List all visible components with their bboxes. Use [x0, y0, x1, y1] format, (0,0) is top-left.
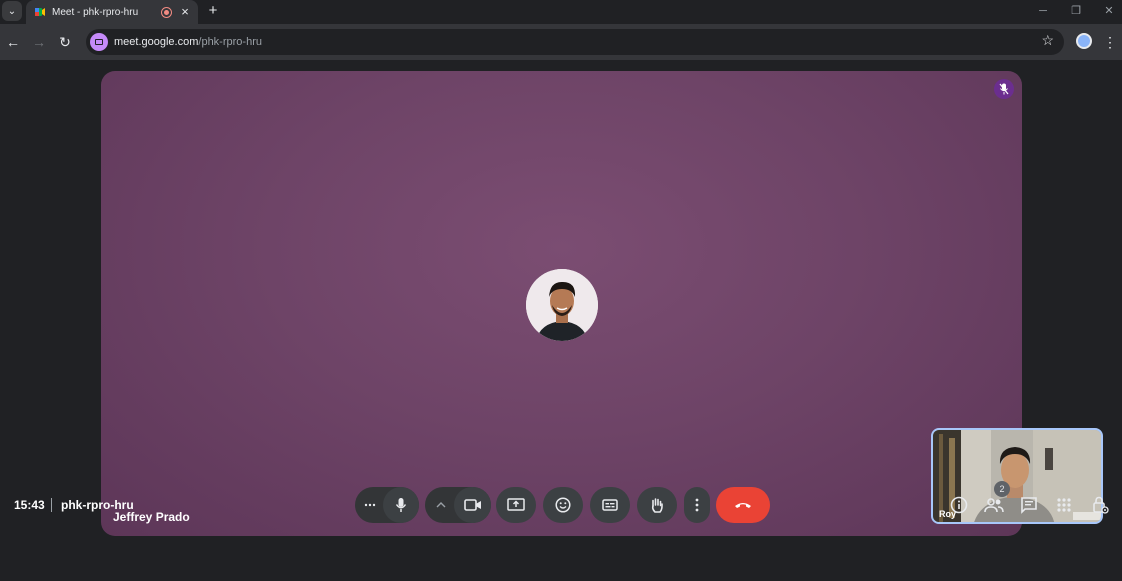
microphone-icon: [395, 498, 407, 512]
restore-icon[interactable]: ❐: [1066, 3, 1086, 19]
meeting-code: phk-rpro-hru: [61, 498, 134, 512]
end-call-button[interactable]: [716, 487, 770, 523]
tab-title: Meet - phk-rpro-hru: [52, 6, 139, 18]
url-host: meet.google.com: [114, 36, 199, 48]
profile-avatar[interactable]: [1076, 33, 1092, 49]
chevron-up-icon: [436, 502, 446, 508]
reload-icon[interactable]: ↻: [55, 32, 75, 52]
microphone-button[interactable]: [383, 487, 419, 523]
address-bar[interactable]: meet.google.com/phk-rpro-hru ☆: [86, 29, 1064, 55]
info-icon[interactable]: [948, 494, 970, 516]
close-icon[interactable]: ×: [178, 5, 192, 19]
tab-strip: ⌄ Meet - phk-rpro-hru × + ─ ❐ ✕: [0, 0, 1122, 24]
site-info-icon[interactable]: [90, 33, 108, 51]
reactions-button[interactable]: [543, 487, 583, 523]
mic-off-icon: [994, 79, 1014, 99]
tab-search-icon[interactable]: ⌄: [2, 1, 22, 21]
participant-count-badge: 2: [994, 481, 1010, 497]
back-icon[interactable]: ←: [3, 32, 23, 52]
bookmark-star-icon[interactable]: ☆: [1041, 32, 1054, 49]
raise-hand-icon: [651, 497, 663, 513]
participant-avatar: [526, 269, 598, 341]
more-options-icon[interactable]: [355, 487, 385, 523]
minimize-icon[interactable]: ─: [1033, 3, 1053, 19]
forward-icon[interactable]: →: [29, 32, 49, 52]
participant-name: Jeffrey Prado: [113, 510, 190, 524]
chat-icon[interactable]: [1018, 494, 1040, 516]
more-options-button[interactable]: [684, 487, 710, 523]
meet-favicon-icon: [35, 8, 45, 16]
emoji-icon: [555, 497, 571, 513]
more-vert-icon: [695, 498, 699, 512]
present-screen-icon: [507, 498, 525, 511]
browser-tab[interactable]: Meet - phk-rpro-hru ×: [26, 0, 198, 24]
window-close-icon[interactable]: ✕: [1099, 3, 1119, 19]
divider: [51, 498, 52, 512]
chrome-menu-icon[interactable]: ⋮: [1103, 33, 1117, 51]
people-icon[interactable]: [983, 494, 1005, 516]
new-tab-button[interactable]: +: [204, 2, 222, 20]
raise-hand-button[interactable]: [637, 487, 677, 523]
host-controls-icon[interactable]: [1089, 494, 1111, 516]
meeting-clock: 15:43: [14, 498, 45, 512]
present-button[interactable]: [496, 487, 536, 523]
captions-button[interactable]: [590, 487, 630, 523]
browser-toolbar: ← → ↻ meet.google.com/phk-rpro-hru ☆ ⋮: [0, 24, 1122, 60]
end-call-icon: [735, 503, 751, 508]
url-path: /phk-rpro-hru: [198, 36, 262, 48]
participant-tile-main[interactable]: Jeffrey Prado: [101, 71, 1022, 536]
camera-icon: [463, 499, 481, 511]
camera-button[interactable]: [454, 487, 491, 523]
recording-icon: [161, 6, 172, 18]
camera-options-button[interactable]: [428, 487, 454, 523]
activities-icon[interactable]: [1053, 494, 1075, 516]
captions-icon: [602, 499, 618, 511]
